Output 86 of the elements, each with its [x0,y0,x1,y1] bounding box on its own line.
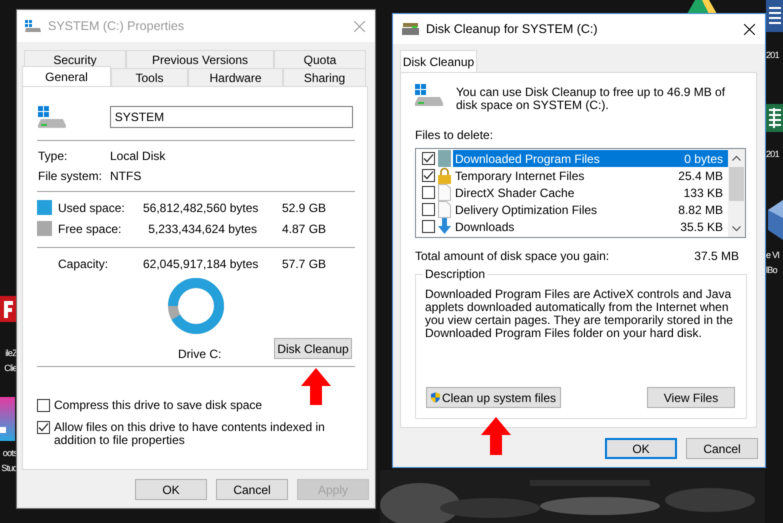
window-title: SYSTEM (C:) Properties [48,19,184,33]
app-icon[interactable] [0,296,16,322]
file-size: 0 bytes [684,152,723,166]
space-size: 52.9 GB [281,200,328,214]
tab[interactable]: Hardware [188,68,283,86]
page-icon [438,201,451,218]
cancel-button[interactable]: Cancel [686,438,758,459]
file-list-item[interactable]: Downloaded Program Files 0 bytes [453,150,728,167]
clean-up-button[interactable]: Clean up system files [426,387,561,408]
file-size: 133 KB [684,186,723,200]
total-value: 37.5 MB [694,249,739,263]
space-bytes: 5,233,434,624 bytes [147,222,257,236]
checkbox[interactable] [422,186,435,199]
info-value: Local Disk [110,149,166,163]
scroll-up-icon[interactable] [732,155,741,161]
view-files-button[interactable]: View Files [647,387,735,408]
download-icon [438,218,451,235]
drive-icon [38,106,66,128]
window-title: Disk Cleanup for SYSTEM (C:) [426,22,598,36]
arrow-icon [481,417,511,455]
file-list-item[interactable]: Delivery Optimization Files 8.82 MB [453,201,728,218]
checkbox[interactable] [422,152,435,165]
file-list-item[interactable]: Downloads 35.5 KB [453,218,728,235]
tile-icon [438,150,451,167]
file-name: DirectX Shader Cache [455,186,574,200]
spreadsheet-icon[interactable] [766,104,783,132]
tab[interactable]: Tools [111,68,188,86]
group-legend: Description [423,267,488,281]
file-list-item[interactable]: DirectX Shader Cache 133 KB [453,184,728,201]
cancel-button[interactable]: Cancel [216,479,288,500]
tab[interactable]: General [22,66,111,86]
checkbox[interactable] [422,203,435,216]
tab[interactable]: Security [24,50,126,68]
tab[interactable]: Previous Versions [126,50,274,68]
drive-icon [402,23,419,35]
icon-label[interactable]: e VI lBo [766,248,780,278]
drive-label: Drive C: [178,347,222,361]
checkbox[interactable] [37,421,50,434]
file-name: Temporary Internet Files [455,168,584,182]
checkbox[interactable] [37,399,50,412]
file-size: 25.4 MB [678,168,723,182]
checkbox-label: Allow files on this drive to have contents indexed in addition to file properties [54,421,326,447]
tab[interactable]: Disk Cleanup [400,50,477,72]
ok-button[interactable]: OK [135,479,207,500]
capacity-label: Capacity: [58,256,110,270]
space-label: Free space: [58,222,122,236]
page-icon [438,184,451,201]
lock-icon [438,167,451,184]
shield-icon [431,390,440,405]
space-size: 4.87 GB [281,222,328,236]
capacity-bytes: 62,045,917,184 bytes [143,256,257,270]
total-label: Total amount of disk space you gain: [415,249,610,263]
capacity-size: 57.7 GB [281,256,328,270]
checkbox-label: Compress this drive to save disk space [54,399,264,412]
drive-icon [25,20,41,32]
tab[interactable]: Quota [274,50,366,68]
file-name: Downloads [455,220,514,234]
file-list-item[interactable]: Temporary Internet Files 25.4 MB [453,167,728,184]
info-label: Type: [38,149,68,163]
document-icon[interactable] [766,0,783,32]
files-label: Files to delete: [415,128,494,142]
disk-cleanup-button[interactable]: Disk Cleanup [274,338,352,359]
arrow-icon [301,368,331,405]
checkbox[interactable] [422,169,435,182]
tab[interactable]: Sharing [283,68,366,86]
space-label: Used space: [58,200,126,214]
drive-icon [415,84,443,106]
space-bytes: 56,812,482,560 bytes [143,200,257,214]
file-size: 35.5 KB [680,220,723,234]
scroll-thumb[interactable] [729,167,744,201]
info-value: NTFS [110,169,142,183]
usage-donut [168,278,224,334]
description-text: Downloaded Program Files are ActiveX controls and Java applets downloaded automatically from the Internet when you view certain pages. They are temporarily stored in the Downloaded Program Files folder on your hard disk. [424,288,734,340]
ok-button[interactable]: OK [605,438,677,459]
file-size: 8.82 MB [678,202,723,216]
scroll-down-icon[interactable] [732,226,741,232]
icon-label[interactable]: 201 [766,48,779,63]
info-label: File system: [38,169,104,183]
app-icon[interactable] [0,397,15,441]
close-icon[interactable] [744,24,755,34]
intro-text: You can use Disk Cleanup to free up to 46.9 MB of disk space on SYSTEM (C:). [456,86,726,112]
file-name: Downloaded Program Files [455,152,600,166]
name-field[interactable]: SYSTEM [110,106,353,128]
file-name: Delivery Optimization Files [455,202,598,216]
checkbox[interactable] [422,220,435,233]
icon-label[interactable]: 201 [766,147,779,162]
